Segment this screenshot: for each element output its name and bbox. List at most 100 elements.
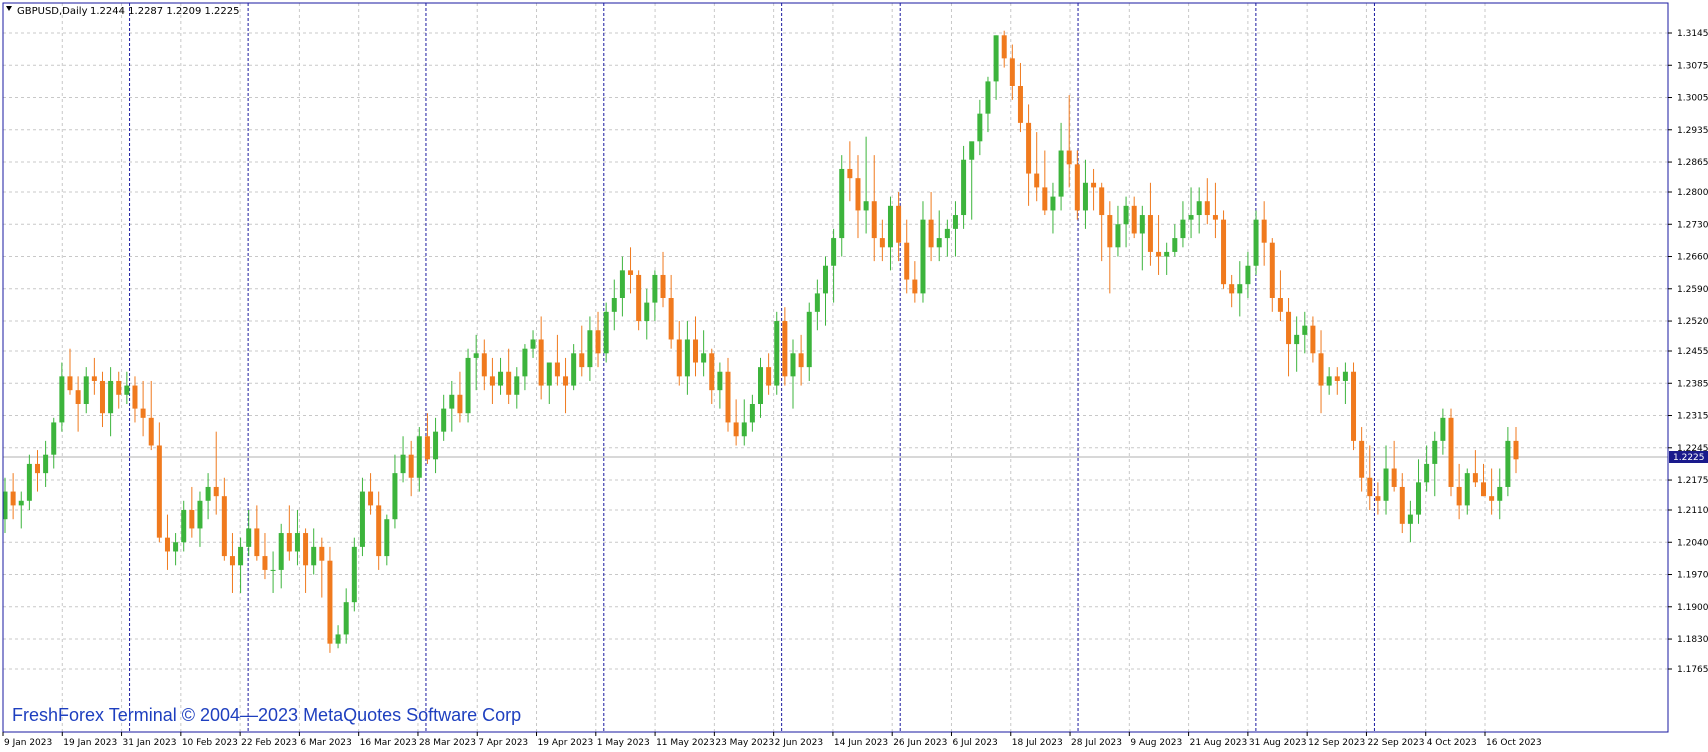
time-axis: 9 Jan 2023 19 Jan 2023 31 Jan 2023 10 Feb 2… bbox=[2, 732, 1542, 748]
bear-candle bbox=[99, 371, 105, 428]
bull-candle bbox=[359, 477, 365, 557]
candle-body bbox=[1237, 284, 1243, 294]
candle-body bbox=[1074, 164, 1080, 211]
bear-candle bbox=[1359, 427, 1365, 492]
bear-candle bbox=[912, 261, 918, 303]
price-tick-label: 1.3005 bbox=[1677, 94, 1708, 104]
candle-body bbox=[1221, 219, 1227, 285]
bear-candle bbox=[506, 348, 512, 404]
bear-candle bbox=[1286, 298, 1292, 377]
candle-body bbox=[676, 339, 682, 377]
bull-candle bbox=[969, 141, 975, 220]
candle-body bbox=[546, 362, 552, 386]
candle-body bbox=[311, 546, 317, 566]
candle-body bbox=[408, 454, 414, 478]
bear-candle bbox=[709, 348, 715, 404]
candle-body bbox=[294, 533, 300, 552]
bear-candle bbox=[1074, 150, 1080, 220]
bear-candle bbox=[1099, 182, 1105, 262]
price-tick-label: 1.2175 bbox=[1677, 476, 1708, 486]
candle-body bbox=[1172, 238, 1178, 252]
bear-candle bbox=[1489, 468, 1495, 515]
candle-body bbox=[189, 510, 195, 529]
candle-body bbox=[928, 219, 934, 248]
bear-candle bbox=[798, 334, 804, 386]
candle-body bbox=[1464, 473, 1470, 506]
price-tick-label: 1.2800 bbox=[1677, 188, 1708, 198]
bear-candle bbox=[1204, 178, 1210, 225]
candle-body bbox=[847, 168, 853, 179]
time-tick-label: 10 Feb 2023 bbox=[182, 738, 238, 748]
bull-candle bbox=[839, 155, 845, 257]
bear-candle bbox=[1391, 440, 1397, 492]
bear-candle bbox=[693, 316, 699, 377]
bull-candle bbox=[749, 394, 755, 432]
candle-body bbox=[1034, 173, 1040, 188]
candle-body bbox=[457, 394, 463, 414]
bear-candle bbox=[1091, 168, 1097, 211]
bull-candle bbox=[1416, 459, 1422, 524]
bull-candle bbox=[1172, 224, 1178, 257]
bear-candle bbox=[660, 251, 666, 308]
bear-candle bbox=[1001, 30, 1007, 68]
candle-body bbox=[1399, 486, 1405, 524]
candle-body bbox=[26, 463, 32, 501]
candle-body bbox=[1391, 468, 1397, 487]
bull-candle bbox=[108, 367, 114, 437]
candle-body bbox=[1416, 482, 1422, 515]
candle-body bbox=[758, 367, 763, 404]
time-tick-label: 12 Sep 2023 bbox=[1308, 738, 1365, 748]
candle-body bbox=[498, 371, 504, 386]
bear-candle bbox=[1456, 463, 1462, 520]
candle-body bbox=[1456, 486, 1462, 506]
bull-candle bbox=[1123, 196, 1129, 248]
candle-body bbox=[173, 542, 179, 552]
candle-body bbox=[449, 394, 455, 409]
price-tick-label: 1.2865 bbox=[1677, 158, 1708, 168]
bull-candle bbox=[1115, 205, 1121, 257]
price-tick-label: 1.2660 bbox=[1677, 253, 1708, 263]
candle-body bbox=[1472, 473, 1478, 483]
candle-body bbox=[303, 533, 309, 566]
candle-body bbox=[148, 417, 154, 446]
bear-candle bbox=[1131, 196, 1137, 239]
bull-candle bbox=[1424, 445, 1430, 492]
candle-body bbox=[1505, 440, 1511, 487]
time-tick-label: 28 Jul 2023 bbox=[1071, 738, 1122, 748]
bear-candle bbox=[1334, 367, 1340, 395]
candle-body bbox=[530, 339, 536, 349]
bear-candle bbox=[229, 533, 235, 593]
candle-body bbox=[1058, 150, 1064, 197]
bull-candle bbox=[270, 551, 276, 593]
candle-body bbox=[1359, 440, 1365, 478]
price-tick-label: 1.1970 bbox=[1677, 571, 1708, 581]
price-tick-label: 1.2590 bbox=[1677, 285, 1708, 295]
bull-candle bbox=[1050, 182, 1056, 234]
chart-window[interactable]: 1.3145 1.3075 1.3005 1.2935 1.2865 1.2800 1.27… bbox=[0, 0, 1708, 752]
candle-body bbox=[1277, 298, 1283, 312]
chart-menu-triangle-icon[interactable] bbox=[6, 6, 12, 11]
candle-body bbox=[741, 422, 747, 437]
candle-body bbox=[416, 436, 422, 478]
bear-candle bbox=[563, 357, 569, 414]
bear-candle bbox=[254, 505, 260, 561]
candle-body bbox=[270, 569, 276, 571]
candle-body bbox=[1156, 251, 1162, 257]
candle-body bbox=[481, 353, 487, 377]
candles bbox=[2, 30, 1519, 653]
bull-candle bbox=[1326, 367, 1332, 395]
candle-body bbox=[473, 353, 479, 358]
bull-candle bbox=[1497, 468, 1503, 520]
candle-body bbox=[10, 491, 16, 506]
candle-body bbox=[839, 168, 845, 239]
candle-body bbox=[644, 302, 650, 322]
bull-candle bbox=[993, 35, 999, 100]
bull-candle bbox=[806, 302, 812, 381]
candle-body bbox=[246, 528, 252, 547]
bear-candle bbox=[554, 334, 560, 386]
candle-body bbox=[1139, 215, 1145, 234]
watermark-text: FreshForex Terminal © 2004—2023 MetaQuot… bbox=[12, 705, 521, 725]
price-chart[interactable]: 1.3145 1.3075 1.3005 1.2935 1.2865 1.2800 1.27… bbox=[0, 0, 1708, 752]
candle-body bbox=[993, 35, 999, 82]
candle-body bbox=[855, 178, 861, 211]
